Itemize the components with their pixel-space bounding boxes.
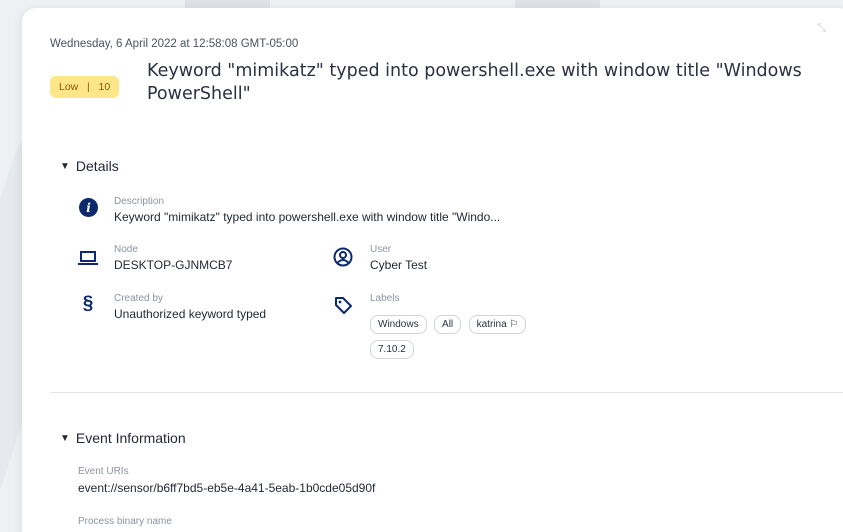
- event-uris-label: Event URIs: [78, 466, 129, 477]
- label-chip-katrina[interactable]: katrina ⚐: [468, 315, 527, 334]
- node-field: Node DESKTOP-GJNMCB7: [114, 244, 232, 272]
- created-by-field: Created by Unauthorized keyword typed: [114, 293, 266, 321]
- labels-field: Labels: [370, 293, 399, 307]
- process-binary-field: Process binary name: [78, 516, 172, 527]
- section-sign-icon: §: [82, 293, 94, 314]
- expand-icon[interactable]: ⤡: [817, 22, 828, 35]
- flag-icon: ⚐: [509, 319, 519, 330]
- event-uri-value[interactable]: event://sensor/b6ff7bd5-eb5e-4a41-5eab-1…: [78, 481, 375, 495]
- severity-score: 10: [98, 81, 111, 93]
- node-label: Node: [114, 244, 138, 255]
- label-chips: Windows All katrina ⚐ 7.10.2: [370, 314, 570, 364]
- chevron-down-icon: ▼: [60, 432, 70, 444]
- chevron-down-icon: ▼: [60, 160, 70, 172]
- severity-label: Low: [59, 81, 79, 93]
- process-binary-label: Process binary name: [78, 516, 172, 527]
- details-heading: Details: [75, 158, 119, 174]
- info-icon: i: [79, 198, 98, 217]
- laptop-icon: [77, 249, 99, 267]
- event-info-heading: Event Information: [75, 430, 186, 446]
- tags-icon: [332, 294, 354, 316]
- user-circle-icon: [332, 246, 354, 268]
- section-divider: [50, 392, 843, 393]
- created-by-value[interactable]: Unauthorized keyword typed: [114, 307, 266, 321]
- user-value[interactable]: Cyber Test: [370, 258, 427, 272]
- alert-title: Keyword "mimikatz" typed into powershell…: [147, 61, 802, 104]
- node-value[interactable]: DESKTOP-GJNMCB7: [114, 258, 232, 272]
- description-value: Keyword "mimikatz" typed into powershell…: [114, 210, 501, 224]
- details-toggle[interactable]: ▼ Details: [60, 158, 119, 174]
- user-label: User: [370, 244, 392, 255]
- description-field: Description Keyword "mimikatz" typed int…: [114, 196, 500, 224]
- event-info-toggle[interactable]: ▼ Event Information: [60, 430, 186, 446]
- labels-label: Labels: [370, 293, 400, 304]
- event-uris-field: Event URIs event://sensor/b6ff7bd5-eb5e-…: [78, 466, 375, 495]
- alert-detail-panel: ⤡ Wednesday, 6 April 2022 at 12:58:08 GM…: [22, 8, 843, 532]
- label-chip-all[interactable]: All: [434, 315, 462, 334]
- created-by-label: Created by: [114, 293, 163, 304]
- alert-timestamp: Wednesday, 6 April 2022 at 12:58:08 GMT-…: [50, 38, 299, 50]
- severity-badge: Low | 10: [50, 76, 120, 98]
- label-chip-katrina-text: katrina: [476, 319, 507, 330]
- label-chip-windows[interactable]: Windows: [370, 315, 427, 334]
- user-field: User Cyber Test: [370, 244, 427, 272]
- label-chip-version[interactable]: 7.10.2: [370, 340, 414, 359]
- description-label: Description: [114, 196, 165, 207]
- badge-separator: |: [87, 81, 90, 93]
